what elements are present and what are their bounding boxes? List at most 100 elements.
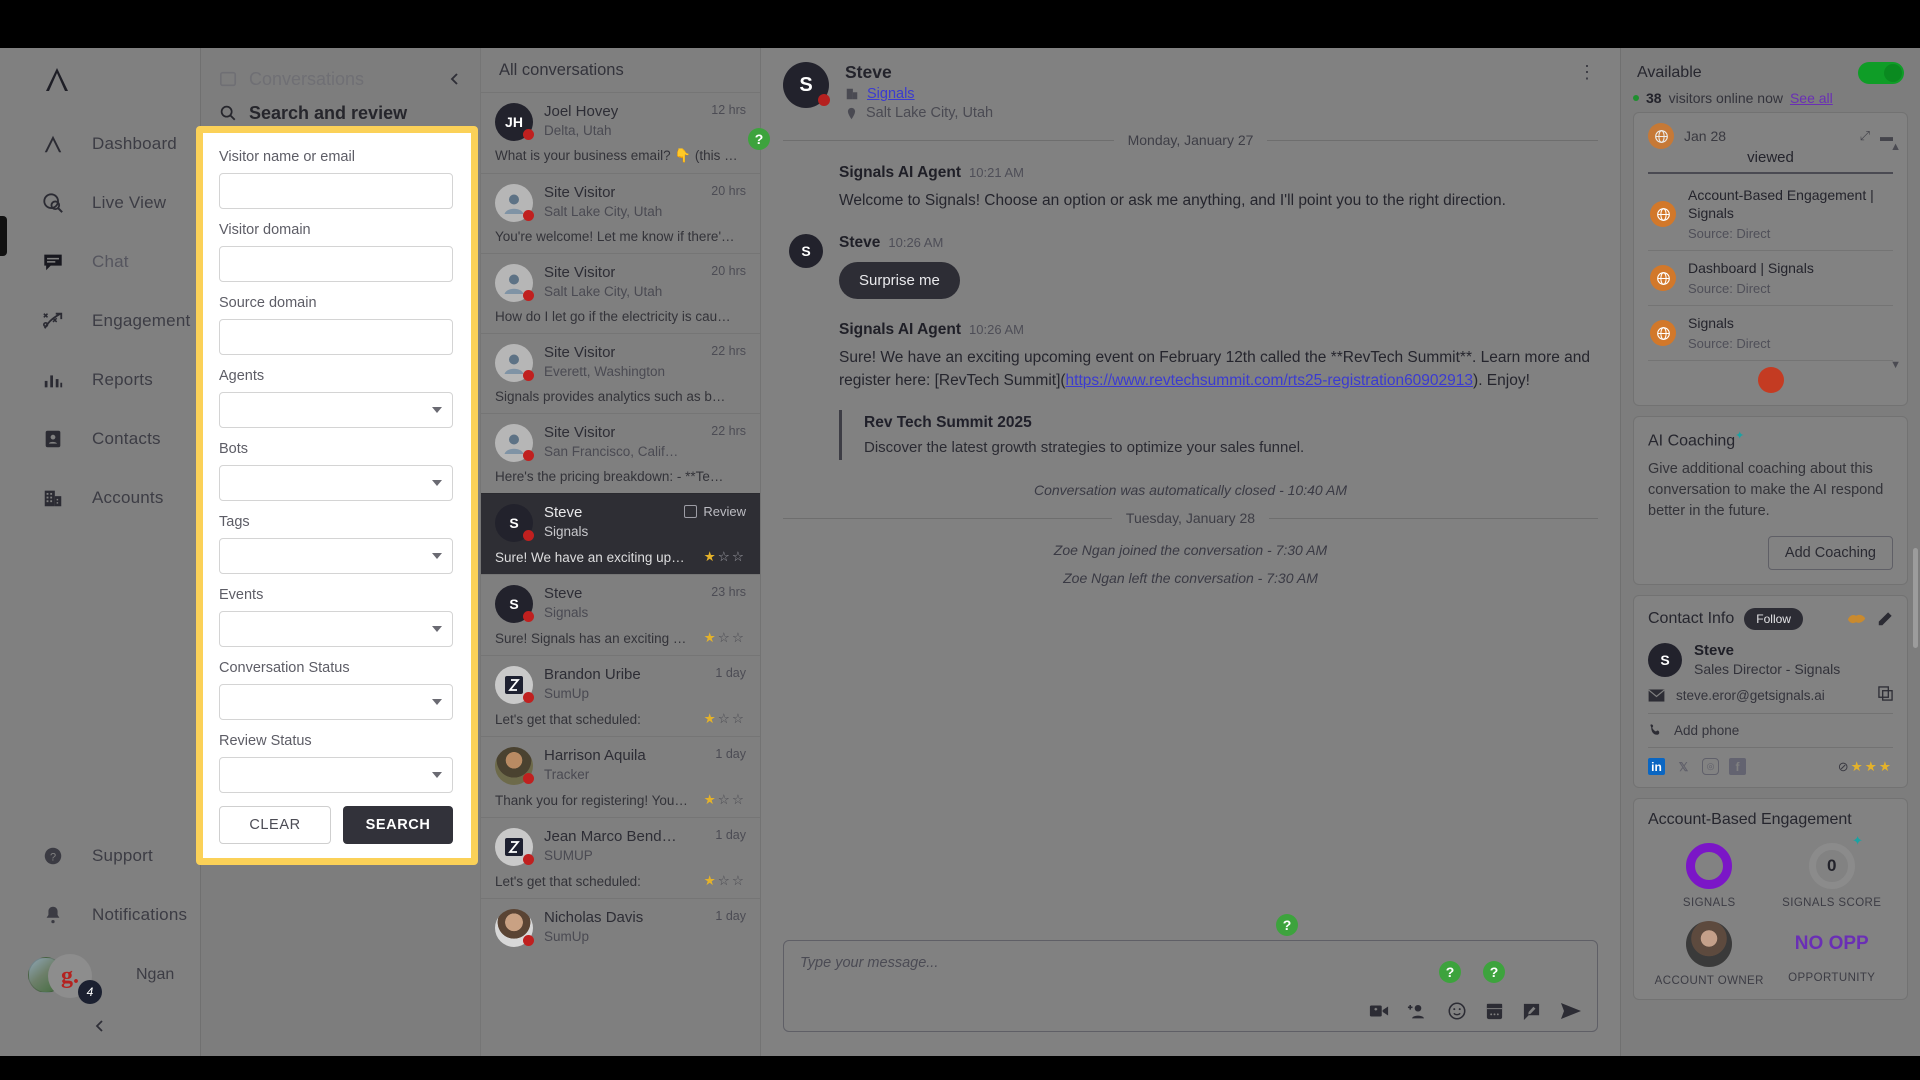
- source-domain-input[interactable]: [219, 319, 453, 355]
- follow-button[interactable]: Follow: [1744, 608, 1803, 631]
- review-checkbox[interactable]: Review: [684, 504, 746, 519]
- conversation-status-select[interactable]: [219, 684, 453, 720]
- abe-label: SIGNALS: [1682, 897, 1736, 910]
- calendar-icon[interactable]: [1485, 1001, 1504, 1021]
- sidebar-item-chat[interactable]: Chat: [0, 232, 200, 291]
- scroll-up-icon[interactable]: ▲: [1890, 141, 1901, 153]
- help-icon[interactable]: ?: [1276, 914, 1298, 936]
- sidebar-label: Live View: [92, 192, 167, 212]
- contact-name: Jean Marco Bend…: [544, 828, 677, 845]
- rating-stars[interactable]: ★☆☆: [704, 873, 746, 889]
- note-icon[interactable]: [1522, 1002, 1541, 1021]
- message-input-placeholder[interactable]: Type your message...: [800, 955, 1581, 971]
- sidebar-item-support[interactable]: ? Support: [0, 826, 200, 885]
- viewed-row[interactable]: Signals Source: Direct: [1648, 306, 1893, 361]
- viewed-row[interactable]: Dashboard | Signals Source: Direct: [1648, 251, 1893, 306]
- rating-stars[interactable]: ★☆☆: [704, 549, 746, 565]
- contact-org: Delta, Utah: [544, 123, 612, 138]
- rating-stars[interactable]: ★☆☆: [704, 792, 746, 808]
- chevron-down-icon: [432, 480, 442, 486]
- sidebar-item-engagement[interactable]: Engagement: [0, 291, 200, 350]
- add-coaching-button[interactable]: Add Coaching: [1767, 536, 1893, 571]
- rating-stars[interactable]: ★☆☆: [704, 630, 746, 646]
- scroll-down-icon[interactable]: ▼: [1890, 359, 1901, 371]
- list-item[interactable]: Site Visitor 22 hrs San Francisco, Calif… H…: [481, 413, 760, 493]
- avatar: [495, 264, 534, 302]
- user-account-row[interactable]: g. 4 Ngan: [0, 944, 200, 1006]
- company-link[interactable]: Signals: [867, 86, 915, 102]
- viewed-row[interactable]: Account-Based Engagement | Signals Source…: [1648, 178, 1893, 251]
- right-panel-scrollbar[interactable]: [1913, 548, 1918, 648]
- expand-icon[interactable]: ⤢: [1860, 128, 1870, 144]
- event-link[interactable]: https://www.revtechsummit.com/rts25-regi…: [1066, 372, 1473, 389]
- conversation-time: 12 hrs: [711, 103, 746, 117]
- sidebar-item-accounts[interactable]: Accounts: [0, 468, 200, 527]
- viewed-source: Source: Direct: [1688, 336, 1771, 351]
- x-icon[interactable]: 𝕏: [1675, 758, 1692, 775]
- facebook-icon[interactable]: f: [1729, 758, 1746, 776]
- tag-icon[interactable]: [1847, 612, 1867, 626]
- availability-toggle[interactable]: [1858, 62, 1904, 84]
- add-person-icon[interactable]: [1407, 1002, 1429, 1020]
- rating-stars[interactable]: ★☆☆: [704, 711, 746, 727]
- contact-phone-row[interactable]: Add phone: [1648, 714, 1893, 749]
- events-select[interactable]: [219, 611, 453, 647]
- see-all-link[interactable]: See all: [1790, 90, 1833, 106]
- abe-opportunity-metric: NO OPP OPPORTUNITY: [1771, 913, 1894, 987]
- agents-select[interactable]: [219, 392, 453, 428]
- list-item[interactable]: Nicholas Davis 1 day SumUp: [481, 898, 760, 963]
- sparkle-icon: ✦: [1852, 833, 1863, 849]
- abe-signals-metric: SIGNALS: [1648, 837, 1771, 909]
- edit-icon[interactable]: [1877, 611, 1893, 627]
- list-item[interactable]: Site Visitor 20 hrs Salt Lake City, Utah Yo…: [481, 173, 760, 253]
- list-item[interactable]: S Steve Review Signals Sure! We have an exci…: [481, 493, 760, 574]
- clear-button[interactable]: CLEAR: [219, 806, 331, 844]
- review-status-select[interactable]: [219, 757, 453, 793]
- bots-select[interactable]: [219, 465, 453, 501]
- list-item[interactable]: Harrison Aquila 1 day Tracker Thank you for…: [481, 736, 760, 817]
- send-icon[interactable]: [1559, 1001, 1583, 1021]
- sidebar-item-contacts[interactable]: Contacts: [0, 409, 200, 468]
- field-label: Bots: [219, 441, 249, 457]
- contact-email-row[interactable]: steve.eror@getsignals.ai: [1648, 677, 1893, 715]
- list-item[interactable]: Brandon Uribe 1 day SumUp Let's get that sc…: [481, 655, 760, 736]
- contact-rating-stars[interactable]: ★★★: [1851, 759, 1893, 775]
- divider-line: [1267, 139, 1599, 141]
- block-icon[interactable]: ⊘: [1838, 759, 1849, 775]
- message-composer[interactable]: Type your message... ? ?: [783, 940, 1598, 1032]
- linkedin-icon[interactable]: in: [1648, 758, 1665, 776]
- link-preview-card[interactable]: Rev Tech Summit 2025 Discover the latest…: [839, 410, 1598, 461]
- contact-person: S Steve Sales Director - Signals: [1648, 642, 1893, 677]
- collapse-sidebar-button[interactable]: [0, 1006, 200, 1046]
- sidebar-item-dashboard[interactable]: Dashboard: [0, 114, 200, 173]
- quick-reply-chip[interactable]: Surprise me: [839, 262, 960, 300]
- search-button[interactable]: SEARCH: [343, 806, 453, 844]
- collapse-panel-button[interactable]: [442, 66, 468, 92]
- conversation-main: S Steve Signals Salt Lake City, Utah ⋮ ?: [748, 48, 1620, 1056]
- contact-name: Steve: [845, 62, 892, 82]
- viewed-title: Account-Based Engagement | Signals: [1688, 187, 1874, 221]
- copy-icon[interactable]: [1878, 686, 1893, 704]
- video-icon[interactable]: [1369, 1002, 1389, 1020]
- tab-conversations[interactable]: Conversations: [219, 62, 462, 96]
- more-options-button[interactable]: ⋮: [1578, 63, 1596, 81]
- contact-name: Harrison Aquila: [544, 747, 646, 764]
- list-item[interactable]: Jean Marco Bend… 1 day SUMUP Let's get that…: [481, 817, 760, 898]
- list-item[interactable]: Site Visitor 20 hrs Salt Lake City, Utah Ho…: [481, 253, 760, 333]
- sidebar-item-notifications[interactable]: Notifications: [0, 885, 200, 944]
- instagram-icon[interactable]: ◎: [1702, 758, 1719, 776]
- help-icon[interactable]: ?: [1439, 961, 1461, 983]
- sidebar-item-live-view[interactable]: Live View: [0, 173, 200, 232]
- list-item[interactable]: Site Visitor 22 hrs Everett, Washington Sig…: [481, 333, 760, 413]
- list-item[interactable]: JH Joel Hovey 12 hrs Delta, Utah What is you…: [481, 92, 760, 173]
- sidebar-item-reports[interactable]: Reports: [0, 350, 200, 409]
- avatar: [495, 424, 534, 462]
- emoji-icon[interactable]: [1447, 1001, 1467, 1021]
- list-item[interactable]: S Steve 23 hrs Signals Sure! Signals has an …: [481, 574, 760, 655]
- help-icon[interactable]: ?: [1483, 961, 1505, 983]
- visitor-name-or-email-input[interactable]: [219, 173, 453, 209]
- visitor-domain-input[interactable]: [219, 246, 453, 282]
- tags-select[interactable]: [219, 538, 453, 574]
- tab-search-and-review[interactable]: Search and review: [219, 96, 462, 130]
- message-time: 10:21 AM: [969, 165, 1024, 180]
